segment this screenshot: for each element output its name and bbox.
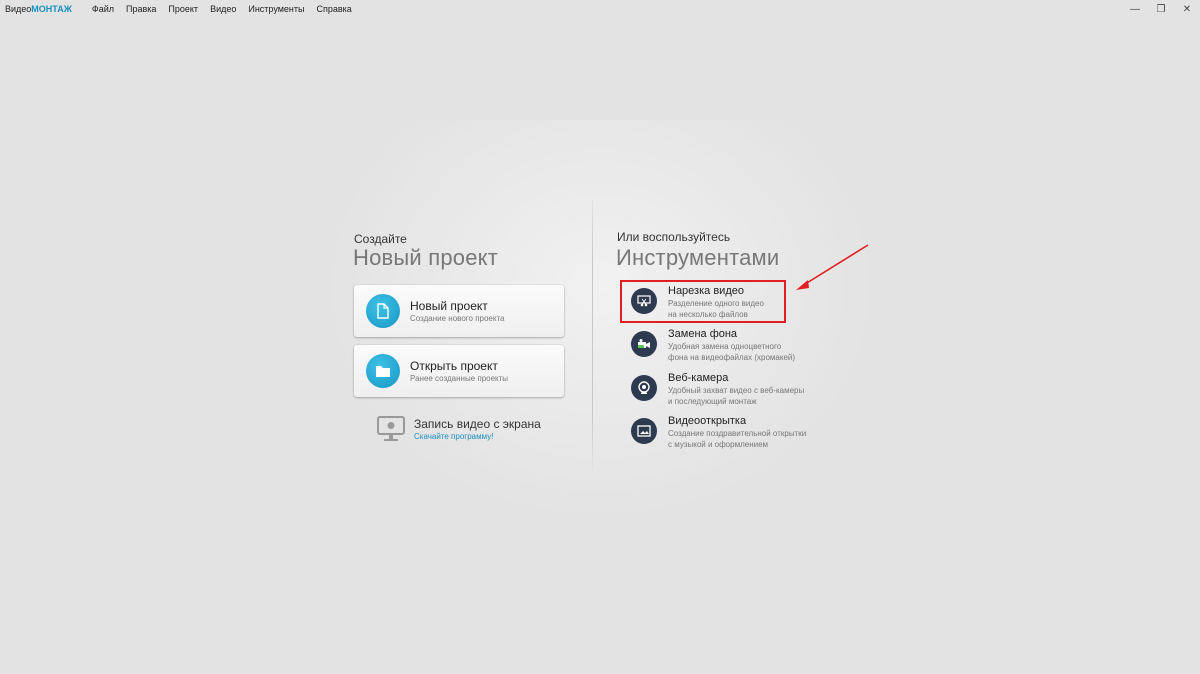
folder-icon bbox=[366, 354, 400, 388]
open-project-button[interactable]: Открыть проект Ранее созданные проекты bbox=[354, 345, 564, 397]
menu-project[interactable]: Проект bbox=[168, 4, 198, 14]
minimize-button[interactable]: — bbox=[1122, 0, 1148, 18]
window-controls: — ❐ ✕ bbox=[1122, 0, 1200, 18]
close-button[interactable]: ✕ bbox=[1174, 0, 1200, 18]
menu-edit[interactable]: Правка bbox=[126, 4, 156, 14]
tool-postcard-desc-2: с музыкой и оформлением bbox=[668, 440, 769, 449]
right-subtitle: Или воспользуйтесь bbox=[617, 230, 731, 244]
tool-background-replace-desc-1: Удобная замена одноцветного bbox=[668, 342, 782, 351]
menu-video[interactable]: Видео bbox=[210, 4, 236, 14]
postcard-icon bbox=[631, 418, 657, 444]
new-project-desc: Создание нового проекта bbox=[410, 313, 505, 323]
new-project-button[interactable]: Новый проект Создание нового проекта bbox=[354, 285, 564, 337]
tool-webcam[interactable]: Веб-камера Удобный захват видео с веб-ка… bbox=[631, 372, 804, 407]
new-project-title: Новый проект bbox=[410, 298, 488, 313]
tool-background-replace[interactable]: Замена фона Удобная замена одноцветного … bbox=[631, 328, 795, 363]
tool-webcam-desc-2: и последующий монтаж bbox=[668, 397, 757, 406]
left-title: Новый проект bbox=[353, 245, 498, 270]
webcam-icon bbox=[631, 375, 657, 401]
tool-postcard[interactable]: Видеооткрытка Создание поздравительной о… bbox=[631, 415, 806, 450]
document-icon bbox=[366, 294, 400, 328]
screen-record-item[interactable]: Запись видео с экрана Скачайте программу… bbox=[376, 414, 541, 444]
maximize-button[interactable]: ❐ bbox=[1148, 0, 1174, 18]
tool-postcard-title: Видеооткрытка bbox=[668, 415, 747, 427]
tool-background-replace-title: Замена фона bbox=[668, 328, 738, 340]
right-title: Инструментами bbox=[616, 245, 780, 270]
download-program-link[interactable]: Скачайте программу! bbox=[414, 431, 541, 443]
menu-file[interactable]: Файл bbox=[92, 4, 114, 14]
tool-webcam-title: Веб-камера bbox=[668, 372, 729, 384]
monitor-icon bbox=[377, 416, 405, 441]
open-project-desc: Ранее созданные проекты bbox=[410, 373, 509, 383]
left-subtitle: Создайте bbox=[354, 232, 407, 246]
tool-postcard-desc-1: Создание поздравительной открытки bbox=[668, 429, 807, 438]
title-bar: ВидеоМОНТАЖ Файл Правка Проект Видео Инс… bbox=[0, 0, 1200, 18]
chromakey-icon bbox=[631, 331, 657, 357]
open-project-title: Открыть проект bbox=[410, 358, 498, 373]
app-logo: ВидеоМОНТАЖ bbox=[5, 4, 72, 14]
menu-help[interactable]: Справка bbox=[316, 4, 351, 14]
highlight-box bbox=[620, 280, 786, 323]
column-divider bbox=[592, 200, 593, 470]
menu-tools[interactable]: Инструменты bbox=[248, 4, 304, 14]
annotation-arrow-icon bbox=[796, 244, 869, 290]
tool-webcam-desc-1: Удобный захват видео с веб-камеры bbox=[668, 386, 805, 395]
screen-record-title: Запись видео с экрана bbox=[414, 417, 541, 431]
tool-background-replace-desc-2: фона на видеофайлах (хромакей) bbox=[668, 353, 796, 362]
